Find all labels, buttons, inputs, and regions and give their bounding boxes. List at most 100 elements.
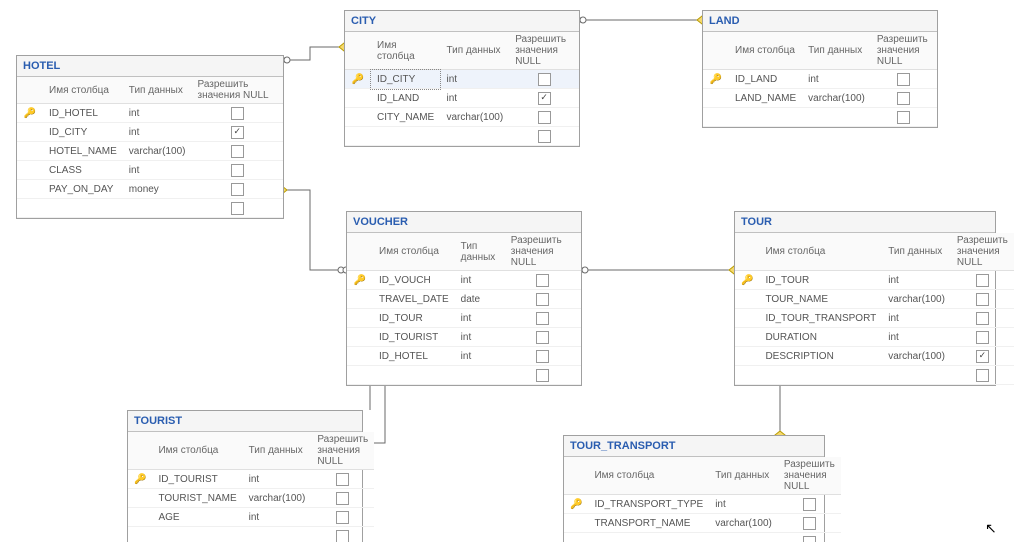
null-checkbox[interactable] — [976, 312, 989, 325]
pk-icon: 🔑 — [710, 74, 722, 85]
col-header-type: Тип данных — [882, 233, 951, 271]
entity-voucher[interactable]: VOUCHER Имя столбцаТип данныхРазрешить з… — [346, 211, 582, 386]
pk-icon: 🔑 — [741, 275, 753, 286]
null-checkbox[interactable] — [538, 73, 551, 86]
table-row[interactable] — [347, 366, 581, 385]
null-checkbox[interactable] — [336, 511, 349, 524]
table-row[interactable]: 🔑ID_TOURISTint — [128, 470, 374, 489]
null-checkbox[interactable] — [897, 92, 910, 105]
null-checkbox[interactable] — [536, 331, 549, 344]
null-checkbox[interactable] — [803, 498, 816, 511]
table-row[interactable]: ID_TOURISTint — [347, 328, 581, 347]
col-header-null: Разрешить значения NULL — [871, 32, 937, 70]
entity-tourist[interactable]: TOURIST Имя столбцаТип данныхРазрешить з… — [127, 410, 363, 542]
col-type — [802, 108, 871, 127]
col-type — [882, 366, 951, 385]
null-checkbox[interactable] — [536, 293, 549, 306]
table-row[interactable]: ID_HOTELint — [347, 347, 581, 366]
null-checkbox[interactable] — [231, 145, 244, 158]
table-row[interactable] — [703, 108, 937, 127]
null-checkbox[interactable] — [336, 473, 349, 486]
table-row[interactable]: ID_LANDint — [345, 89, 579, 108]
col-header-name: Имя столбца — [43, 77, 123, 104]
table-row[interactable] — [345, 127, 579, 146]
null-checkbox[interactable] — [897, 111, 910, 124]
null-checkbox[interactable] — [336, 492, 349, 505]
null-checkbox[interactable] — [231, 126, 244, 139]
entity-tour-transport[interactable]: TOUR_TRANSPORT Имя столбцаТип данныхРазр… — [563, 435, 825, 542]
col-name: ID_HOTEL — [373, 347, 455, 366]
null-checkbox[interactable] — [536, 369, 549, 382]
table-row[interactable]: ID_CITYint — [17, 123, 283, 142]
table-row[interactable]: ID_TOUR_TRANSPORTint — [735, 309, 1014, 328]
columns-table: Имя столбцаТип данныхРазрешить значения … — [17, 77, 283, 218]
null-checkbox[interactable] — [976, 350, 989, 363]
col-header-null: Разрешить значения NULL — [778, 457, 841, 495]
table-row[interactable]: PAY_ON_DAYmoney — [17, 180, 283, 199]
table-row[interactable]: DURATIONint — [735, 328, 1014, 347]
table-row[interactable]: 🔑ID_LANDint — [703, 70, 937, 89]
entity-city[interactable]: CITY Имя столбцаТип данныхРазрешить знач… — [344, 10, 580, 147]
col-header-type: Тип данных — [243, 432, 312, 470]
null-checkbox[interactable] — [231, 202, 244, 215]
null-checkbox[interactable] — [538, 111, 551, 124]
null-checkbox[interactable] — [536, 274, 549, 287]
table-row[interactable] — [128, 527, 374, 542]
null-checkbox[interactable] — [538, 92, 551, 105]
entity-tour[interactable]: TOUR Имя столбцаТип данныхРазрешить знач… — [734, 211, 996, 386]
table-row[interactable]: LAND_NAMEvarchar(100) — [703, 89, 937, 108]
col-header-type: Тип данных — [709, 457, 778, 495]
null-checkbox[interactable] — [538, 130, 551, 143]
table-row[interactable]: TRANSPORT_NAMEvarchar(100) — [564, 514, 841, 533]
table-row[interactable]: ID_TOURint — [347, 309, 581, 328]
table-row[interactable]: AGEint — [128, 508, 374, 527]
null-checkbox[interactable] — [803, 517, 816, 530]
null-checkbox[interactable] — [976, 331, 989, 344]
table-row[interactable]: 🔑ID_HOTELint — [17, 104, 283, 123]
null-checkbox[interactable] — [336, 530, 349, 542]
col-type: int — [455, 309, 505, 328]
table-row[interactable]: TOUR_NAMEvarchar(100) — [735, 290, 1014, 309]
table-row[interactable]: 🔑ID_CITYint — [345, 70, 579, 89]
table-row[interactable]: CITY_NAMEvarchar(100) — [345, 108, 579, 127]
col-header-name: Имя столбца — [729, 32, 802, 70]
entity-hotel[interactable]: HOTEL Имя столбцаТип данныхРазрешить зна… — [16, 55, 284, 219]
table-row[interactable]: 🔑ID_TOURint — [735, 271, 1014, 290]
col-header-type: Тип данных — [123, 77, 192, 104]
columns-table: Имя столбцаТип данныхРазрешить значения … — [345, 32, 579, 146]
col-type: int — [123, 161, 192, 180]
table-row[interactable]: 🔑ID_TRANSPORT_TYPEint — [564, 495, 841, 514]
col-name: ID_TOURIST — [152, 470, 242, 489]
null-checkbox[interactable] — [536, 312, 549, 325]
null-checkbox[interactable] — [976, 369, 989, 382]
col-type: int — [882, 328, 951, 347]
table-row[interactable]: 🔑ID_VOUCHint — [347, 271, 581, 290]
table-row[interactable] — [17, 199, 283, 218]
col-name: ID_CITY — [371, 70, 440, 89]
table-row[interactable]: TRAVEL_DATEdate — [347, 290, 581, 309]
col-type: int — [440, 70, 509, 89]
entity-title: HOTEL — [17, 56, 283, 77]
table-row[interactable] — [735, 366, 1014, 385]
diagram-canvas[interactable]: HOTEL Имя столбцаТип данныхРазрешить зна… — [0, 0, 1026, 542]
table-row[interactable] — [564, 533, 841, 542]
col-header-null: Разрешить значения NULL — [505, 233, 581, 271]
col-header-name: Имя столбца — [588, 457, 709, 495]
col-type: varchar(100) — [882, 290, 951, 309]
null-checkbox[interactable] — [231, 107, 244, 120]
table-row[interactable]: DESCRIPTIONvarchar(100) — [735, 347, 1014, 366]
null-checkbox[interactable] — [231, 164, 244, 177]
null-checkbox[interactable] — [897, 73, 910, 86]
null-checkbox[interactable] — [976, 274, 989, 287]
entity-land[interactable]: LAND Имя столбцаТип данныхРазрешить знач… — [702, 10, 938, 128]
table-row[interactable]: HOTEL_NAMEvarchar(100) — [17, 142, 283, 161]
columns-table: Имя столбцаТип данныхРазрешить значения … — [347, 233, 581, 385]
table-row[interactable]: CLASSint — [17, 161, 283, 180]
table-row[interactable]: TOURIST_NAMEvarchar(100) — [128, 489, 374, 508]
col-type: varchar(100) — [882, 347, 951, 366]
null-checkbox[interactable] — [803, 536, 816, 542]
null-checkbox[interactable] — [536, 350, 549, 363]
col-name — [759, 366, 882, 385]
null-checkbox[interactable] — [976, 293, 989, 306]
null-checkbox[interactable] — [231, 183, 244, 196]
